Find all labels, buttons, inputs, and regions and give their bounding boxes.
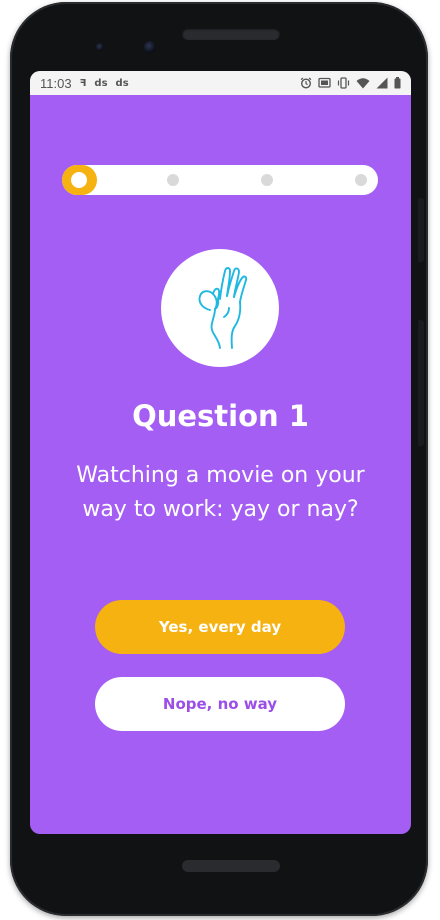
alarm-icon [300, 77, 312, 89]
progress-step-dot [167, 174, 179, 186]
quiz-progress-bar [62, 165, 378, 195]
question-title: Question 1 [132, 399, 309, 433]
wifi-icon [356, 78, 370, 89]
ds-icon: ds [94, 77, 108, 89]
illustration-badge [161, 249, 279, 367]
volume-button [418, 320, 424, 446]
progress-step-dot [355, 174, 367, 186]
answer-yes-button[interactable]: Yes, every day [95, 600, 345, 654]
signal-icon [376, 77, 388, 89]
cast-icon [318, 77, 331, 88]
status-system-icons [300, 77, 401, 89]
status-time: 11:03 [40, 75, 72, 91]
bottom-speaker [182, 860, 280, 872]
progress-step-dot [261, 174, 273, 186]
ok-hand-icon [198, 267, 248, 349]
notification-icon: ꟻ [79, 77, 87, 89]
answer-no-button[interactable]: Nope, no way [95, 677, 345, 731]
vibrate-icon [337, 77, 350, 89]
sensor-icon [96, 43, 104, 51]
status-bar: 11:03 ꟻ ds ds [30, 71, 411, 95]
ds-icon: ds [115, 77, 129, 89]
status-notifications: ꟻ ds ds [80, 78, 129, 89]
app-screen: 11:03 ꟻ ds ds Question 1 Watching a movi… [30, 71, 411, 834]
front-camera-icon [144, 41, 156, 53]
battery-icon [394, 77, 401, 89]
earpiece-speaker [182, 28, 280, 40]
power-button [418, 198, 424, 262]
progress-step-dot [74, 175, 84, 185]
question-text: Watching a movie on your way to work: ya… [76, 463, 365, 522]
